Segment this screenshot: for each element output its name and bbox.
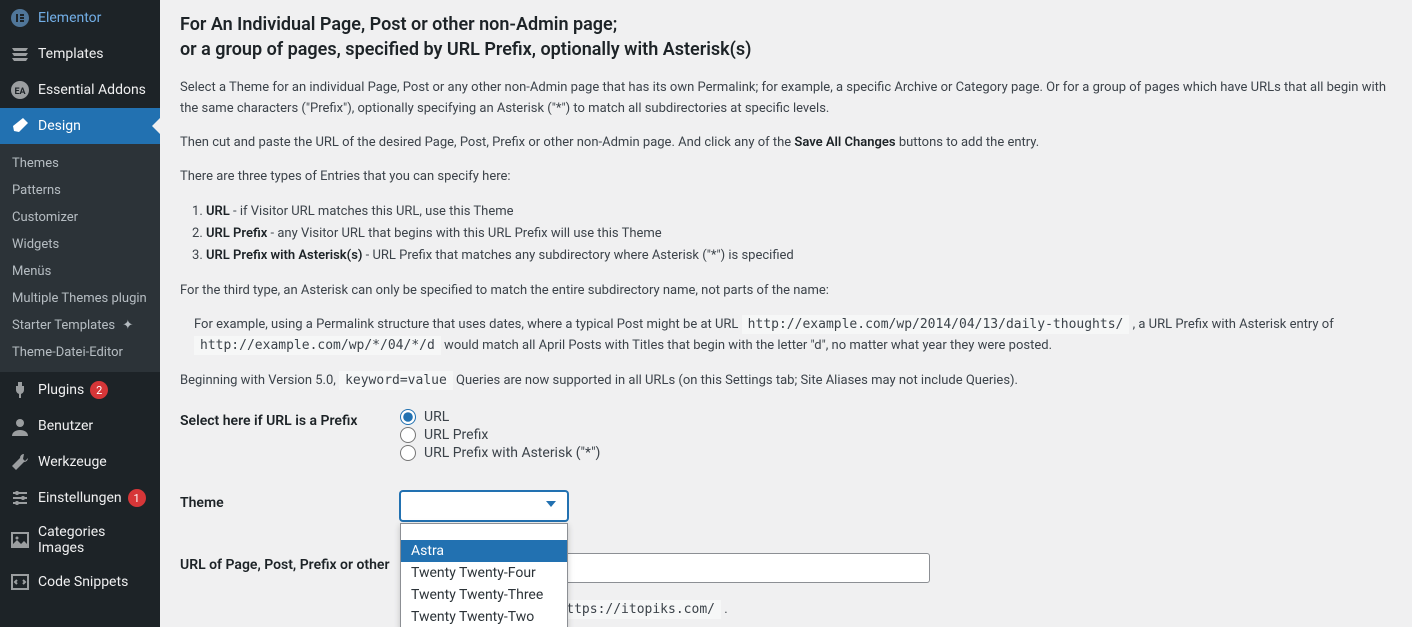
example-url-code: http://example.com/wp/2014/04/13/daily-t… (742, 315, 1130, 334)
site-address-code: https://itopiks.com/ (552, 600, 721, 619)
prefix-label: Select here if URL is a Prefix (180, 409, 400, 429)
ea-icon: EA (10, 80, 30, 100)
sub-item-theme-editor[interactable]: Theme-Datei-Editor (0, 339, 160, 366)
sub-item-starter-templates[interactable]: Starter Templates ✦ (0, 312, 160, 339)
menu-label: Categories Images (38, 524, 152, 556)
brush-icon (10, 116, 30, 136)
theme-option-astra[interactable]: Astra (401, 540, 567, 562)
chevron-down-icon (541, 494, 561, 518)
heading-line2: or a group of pages, specified by URL Pr… (180, 39, 751, 60)
menu-label: Einstellungen (38, 490, 122, 506)
sub-item-widgets[interactable]: Widgets (0, 231, 160, 258)
list-item: URL - if Visitor URL matches this URL, u… (206, 201, 1392, 223)
theme-select[interactable] (400, 491, 568, 521)
menu-label: Code Snippets (38, 574, 128, 590)
theme-option-2024[interactable]: Twenty Twenty-Four (401, 562, 567, 584)
sidebar-item-plugins[interactable]: Plugins 2 (0, 372, 160, 408)
version-note: Beginning with Version 5.0, keyword=valu… (180, 371, 1392, 391)
prefix-radio-row: Select here if URL is a Prefix URL URL P… (180, 409, 1392, 463)
sub-item-themes[interactable]: Themes (0, 150, 160, 177)
theme-field: Astra Twenty Twenty-Four Twenty Twenty-T… (400, 491, 1392, 521)
radio-url-prefix[interactable]: URL Prefix (400, 427, 1392, 443)
design-submenu: Themes Patterns Customizer Widgets Menüs… (0, 144, 160, 372)
section-heading: For An Individual Page, Post or other no… (180, 12, 1392, 62)
sidebar-item-elementor[interactable]: Elementor (0, 0, 160, 36)
sub-item-patterns[interactable]: Patterns (0, 177, 160, 204)
menu-label: Templates (38, 46, 104, 62)
sub-item-multiple-themes[interactable]: Multiple Themes plugin (0, 285, 160, 312)
menu-label: Elementor (38, 10, 101, 26)
elementor-icon (10, 8, 30, 28)
image-icon (10, 530, 30, 550)
list-item: URL Prefix with Asterisk(s) - URL Prefix… (206, 245, 1392, 267)
heading-line1: For An Individual Page, Post or other no… (180, 14, 617, 35)
update-badge: 1 (128, 489, 146, 507)
prefix-field: URL URL Prefix URL Prefix with Asterisk … (400, 409, 1392, 463)
example-block: For example, using a Permalink structure… (194, 315, 1392, 357)
sparkle-icon: ✦ (122, 318, 133, 333)
sidebar-item-design[interactable]: Design (0, 108, 160, 144)
intro-paragraph: Select a Theme for an individual Page, P… (180, 78, 1392, 118)
sub-label: Starter Templates (12, 318, 115, 333)
svg-text:EA: EA (14, 87, 26, 97)
radio-url-input[interactable] (400, 409, 416, 425)
sub-item-customizer[interactable]: Customizer (0, 204, 160, 231)
code-icon (10, 572, 30, 592)
sidebar-item-templates[interactable]: Templates (0, 36, 160, 72)
sidebar-item-tools[interactable]: Werkzeuge (0, 444, 160, 480)
update-badge: 2 (90, 381, 108, 399)
example-prefix-code: http://example.com/wp/*/04/*/d (194, 336, 441, 355)
cut-paste-paragraph: Then cut and paste the URL of the desire… (180, 133, 1392, 153)
tool-icon (10, 452, 30, 472)
sidebar-item-users[interactable]: Benutzer (0, 408, 160, 444)
theme-option-2023[interactable]: Twenty Twenty-Three (401, 584, 567, 606)
user-icon (10, 416, 30, 436)
menu-label: Werkzeuge (38, 454, 107, 470)
theme-row: Theme Astra Twenty Twenty-Four Twenty Tw… (180, 491, 1392, 521)
theme-dropdown: Astra Twenty Twenty-Four Twenty Twenty-T… (400, 523, 568, 627)
radio-url[interactable]: URL (400, 409, 1392, 425)
radio-url-prefix-asterisk-input[interactable] (400, 445, 416, 461)
templates-icon (10, 44, 30, 64)
menu-label: Essential Addons (38, 82, 146, 98)
menu-label: Plugins (38, 382, 84, 398)
menu-label: Design (38, 118, 81, 134)
third-type-note: For the third type, an Asterisk can only… (180, 281, 1392, 301)
sidebar-item-essential-addons[interactable]: EA Essential Addons (0, 72, 160, 108)
url-row: URL of Page, Post, Prefix or other f Pag… (180, 553, 1392, 617)
keyword-code: keyword=value (339, 371, 453, 390)
url-label: URL of Page, Post, Prefix or other (180, 553, 400, 573)
sidebar-item-code-snippets[interactable]: Code Snippets (0, 564, 160, 600)
types-intro: There are three types of Entries that yo… (180, 167, 1392, 187)
sub-item-menus[interactable]: Menüs (0, 258, 160, 285)
settings-icon (10, 488, 30, 508)
sidebar-item-categories-images[interactable]: Categories Images (0, 516, 160, 564)
radio-url-prefix-asterisk[interactable]: URL Prefix with Asterisk ("*") (400, 445, 1392, 461)
menu-label: Benutzer (38, 418, 93, 434)
admin-sidebar: Elementor Templates EA Essential Addons … (0, 0, 160, 627)
entry-types-list: URL - if Visitor URL matches this URL, u… (206, 201, 1392, 267)
theme-option-2022[interactable]: Twenty Twenty-Two (401, 606, 567, 627)
plugin-icon (10, 380, 30, 400)
radio-url-prefix-input[interactable] (400, 427, 416, 443)
settings-content: For An Individual Page, Post or other no… (160, 0, 1412, 627)
theme-label: Theme (180, 491, 400, 511)
list-item: URL Prefix - any Visitor URL that begins… (206, 223, 1392, 245)
sidebar-item-settings[interactable]: Einstellungen 1 (0, 480, 160, 516)
